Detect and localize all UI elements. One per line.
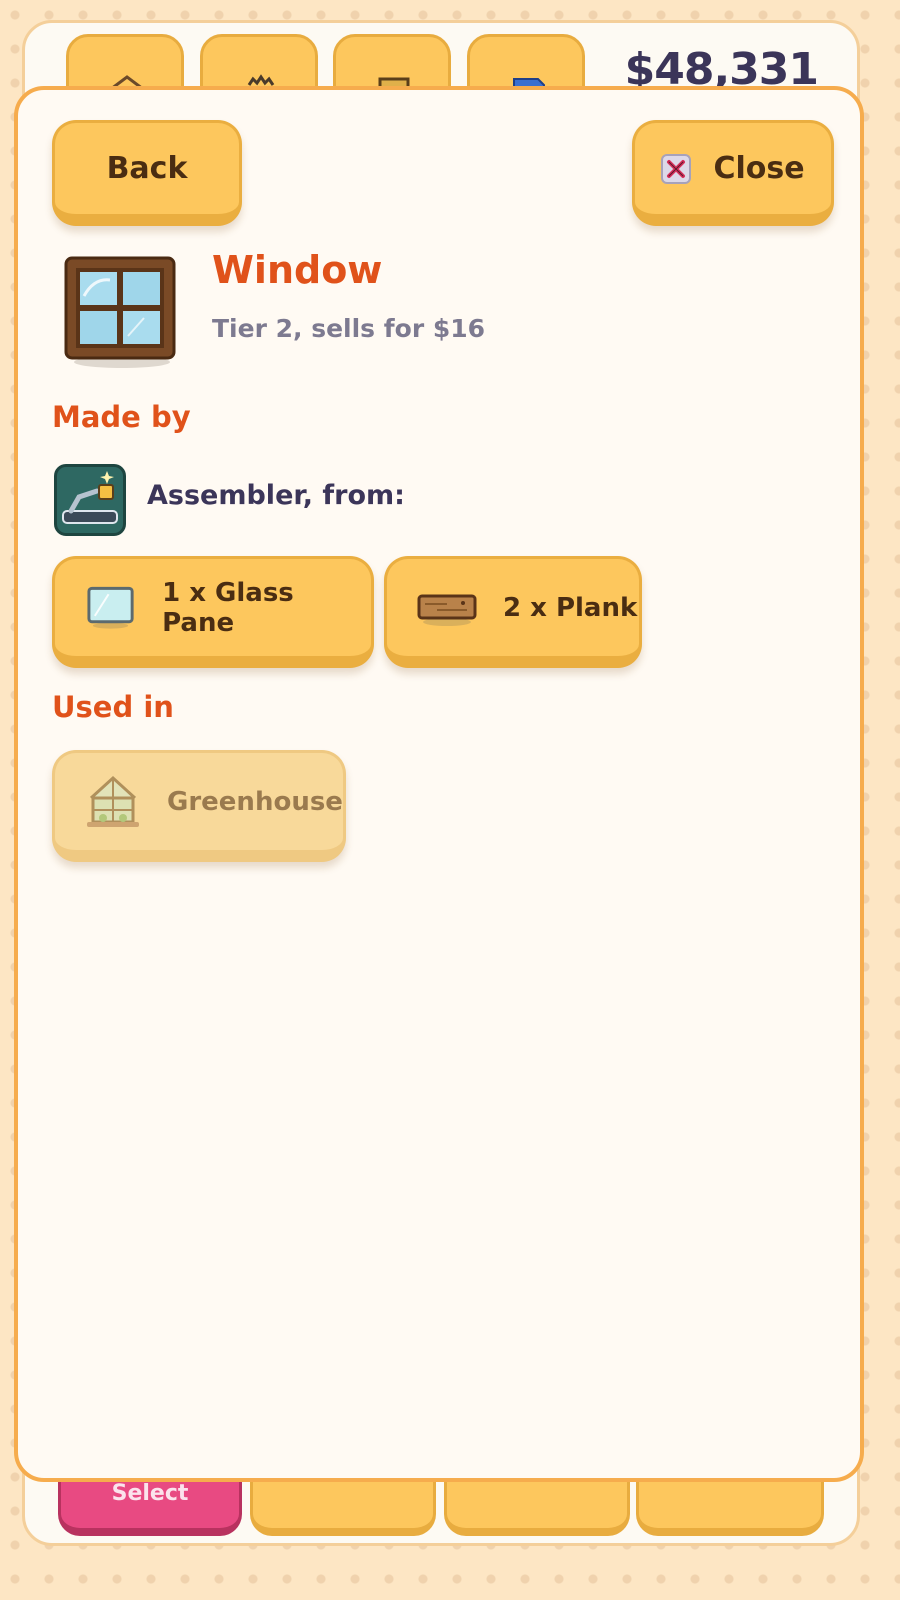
close-icon	[661, 153, 692, 184]
machine-label: Assembler, from:	[147, 480, 405, 511]
ingredient-label: 2 x Plank	[503, 592, 638, 623]
back-button[interactable]: Back	[52, 120, 242, 226]
item-detail-modal: Back Close Window Tier 2, sells for $16 …	[14, 86, 864, 1482]
close-button[interactable]: Close	[632, 120, 834, 226]
ingredient-glass-pane-button[interactable]: 1 x Glass Pane	[52, 556, 374, 668]
used-in-heading: Used in	[52, 690, 174, 724]
window-icon	[64, 256, 176, 368]
glass-pane-icon	[87, 586, 134, 629]
plank-icon	[417, 594, 477, 626]
back-label: Back	[106, 151, 188, 186]
close-label: Close	[713, 151, 805, 186]
made-by-heading: Made by	[52, 400, 191, 434]
used-in-greenhouse-button[interactable]: Greenhouse	[52, 750, 346, 862]
used-in-label: Greenhouse	[167, 786, 343, 817]
select-label: Select	[111, 1481, 189, 1506]
item-name: Window	[212, 248, 383, 292]
item-subtitle: Tier 2, sells for $16	[212, 314, 486, 343]
assembler-icon	[54, 464, 126, 536]
greenhouse-icon	[87, 775, 139, 827]
ingredient-plank-button[interactable]: 2 x Plank	[384, 556, 642, 668]
ingredient-label: 1 x Glass Pane	[162, 577, 294, 638]
